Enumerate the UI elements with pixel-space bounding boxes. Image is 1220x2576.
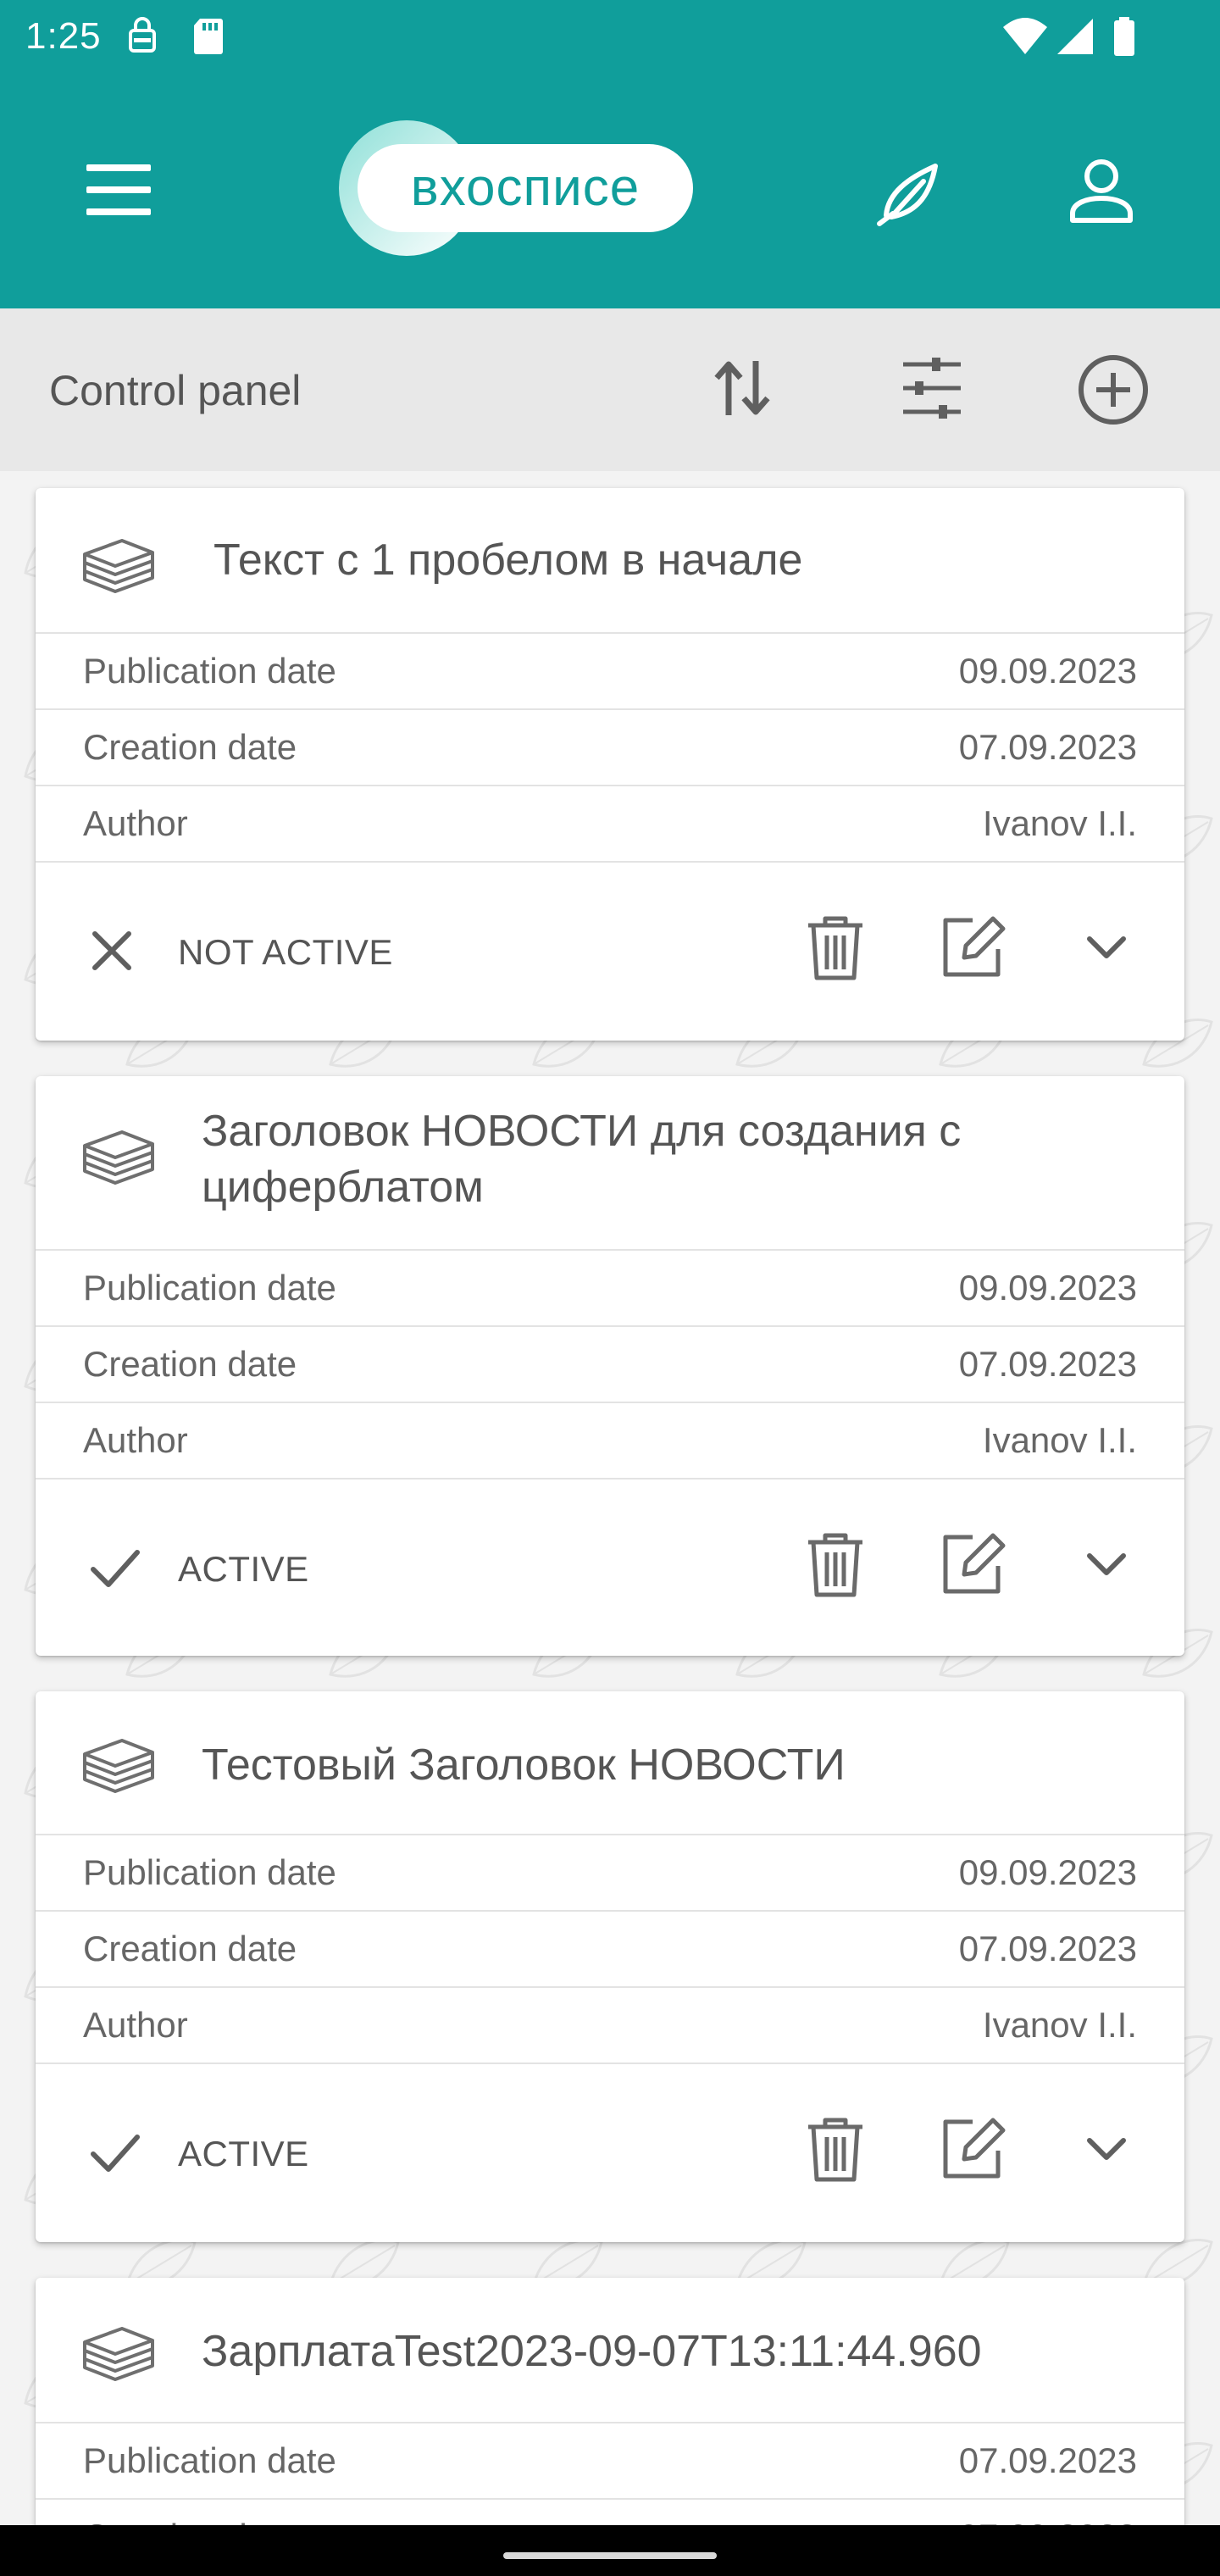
money-stack-icon (81, 2323, 156, 2389)
news-title: ЗарплатаTest2023-09-07T13:11:44.960 (202, 2327, 982, 2376)
sd-card-icon (191, 15, 225, 62)
money-stack-icon (81, 536, 156, 601)
status-label: NOT ACTIVE (178, 932, 393, 972)
feather-icon[interactable] (876, 159, 947, 231)
news-card-footer: ACTIVE (36, 1480, 1184, 1654)
news-card-header: ЗарплатаTest2023-09-07T13:11:44.960 (36, 2278, 1184, 2423)
delete-icon[interactable] (803, 1530, 868, 1602)
news-card[interactable]: Тестовый Заголовок НОВОСТИ Publication d… (36, 1691, 1184, 2242)
publication-date-value: 09.09.2023 (958, 1268, 1137, 1307)
creation-date-value: 07.09.2023 (958, 727, 1137, 767)
author-value: Ivanov I.I. (982, 1420, 1137, 1460)
publication-date-value: 09.09.2023 (958, 651, 1137, 691)
signal-icon (1056, 15, 1095, 62)
filter-icon[interactable] (898, 356, 966, 425)
creation-date-label: Creation date (83, 727, 297, 767)
expand-icon[interactable] (1083, 1549, 1130, 1584)
money-stack-icon (81, 1127, 156, 1192)
check-icon (88, 2129, 142, 2180)
news-title: Текст с 1 пробелом в начале (214, 536, 803, 585)
status-label: ACTIVE (178, 1549, 309, 1589)
creation-date-value: 07.09.2023 (958, 1929, 1137, 1968)
creation-date-row: Creation date 07.09.2023 (36, 1912, 1184, 1988)
publication-date-row: Publication date 09.09.2023 (36, 634, 1184, 710)
home-gesture-handle[interactable] (503, 2552, 717, 2559)
publication-date-row: Publication date 07.09.2023 (36, 2423, 1184, 2500)
author-row: Author Ivanov I.I. (36, 1403, 1184, 1480)
expand-icon[interactable] (1083, 2134, 1130, 2168)
battery-icon (1112, 15, 1137, 62)
author-label: Author (83, 803, 188, 843)
control-panel-title: Control panel (49, 367, 302, 414)
news-card-footer: ACTIVE (36, 2064, 1184, 2239)
publication-date-label: Publication date (83, 2440, 336, 2480)
creation-date-value: 07.09.2023 (958, 1344, 1137, 1384)
news-title: Тестовый Заголовок НОВОСТИ (202, 1740, 846, 1790)
publication-date-row: Publication date 09.09.2023 (36, 1251, 1184, 1327)
wifi-icon (1001, 15, 1049, 62)
creation-date-label: Creation date (83, 1929, 297, 1968)
publication-date-label: Publication date (83, 651, 336, 691)
vpn-key-icon (125, 15, 159, 62)
news-title: Заголовок НОВОСТИ для создания с цифербл… (202, 1107, 962, 1212)
publication-date-row: Publication date 09.09.2023 (36, 1835, 1184, 1912)
publication-date-value: 09.09.2023 (958, 1852, 1137, 1892)
edit-icon[interactable] (939, 1530, 1006, 1602)
author-label: Author (83, 1420, 188, 1460)
status-time: 1:25 (25, 15, 102, 57)
news-card-header: Заголовок НОВОСТИ для создания с цифербл… (36, 1076, 1184, 1251)
app-logo[interactable]: вхосписе (339, 120, 695, 256)
control-panel: Control panel (0, 308, 1220, 471)
publication-date-label: Publication date (83, 1852, 336, 1892)
logo-text: вхосписе (358, 144, 693, 232)
hamburger-menu-icon[interactable] (81, 159, 156, 225)
sort-icon[interactable] (708, 354, 776, 426)
creation-date-row: Creation date 07.09.2023 (36, 710, 1184, 786)
delete-icon[interactable] (803, 913, 868, 985)
profile-icon[interactable] (1064, 158, 1139, 230)
news-card-header: Тестовый Заголовок НОВОСТИ (36, 1691, 1184, 1835)
news-card[interactable]: Заголовок НОВОСТИ для создания с цифербл… (36, 1076, 1184, 1656)
check-icon (88, 1544, 142, 1596)
author-value: Ivanov I.I. (982, 2005, 1137, 2045)
news-card[interactable]: Текст с 1 пробелом в начале Publication … (36, 488, 1184, 1041)
app-header: 1:25 вхосписе (0, 0, 1220, 308)
status-bar: 1:25 (0, 0, 1220, 76)
publication-date-value: 07.09.2023 (958, 2440, 1137, 2480)
add-circle-icon[interactable] (1076, 353, 1151, 431)
author-row: Author Ivanov I.I. (36, 1988, 1184, 2064)
edit-icon[interactable] (939, 913, 1006, 985)
author-label: Author (83, 2005, 188, 2045)
publication-date-label: Publication date (83, 1268, 336, 1307)
system-navigation-bar (0, 2525, 1220, 2576)
author-value: Ivanov I.I. (982, 803, 1137, 843)
news-card-header: Текст с 1 пробелом в начале (36, 488, 1184, 634)
status-label: ACTIVE (178, 2134, 309, 2174)
edit-icon[interactable] (939, 2115, 1006, 2187)
author-row: Author Ivanov I.I. (36, 786, 1184, 863)
creation-date-label: Creation date (83, 1344, 297, 1384)
close-icon (88, 927, 136, 979)
creation-date-row: Creation date 07.09.2023 (36, 1327, 1184, 1403)
money-stack-icon (81, 1735, 156, 1801)
news-card-footer: NOT ACTIVE (36, 863, 1184, 1037)
delete-icon[interactable] (803, 2115, 868, 2187)
expand-icon[interactable] (1083, 932, 1130, 967)
